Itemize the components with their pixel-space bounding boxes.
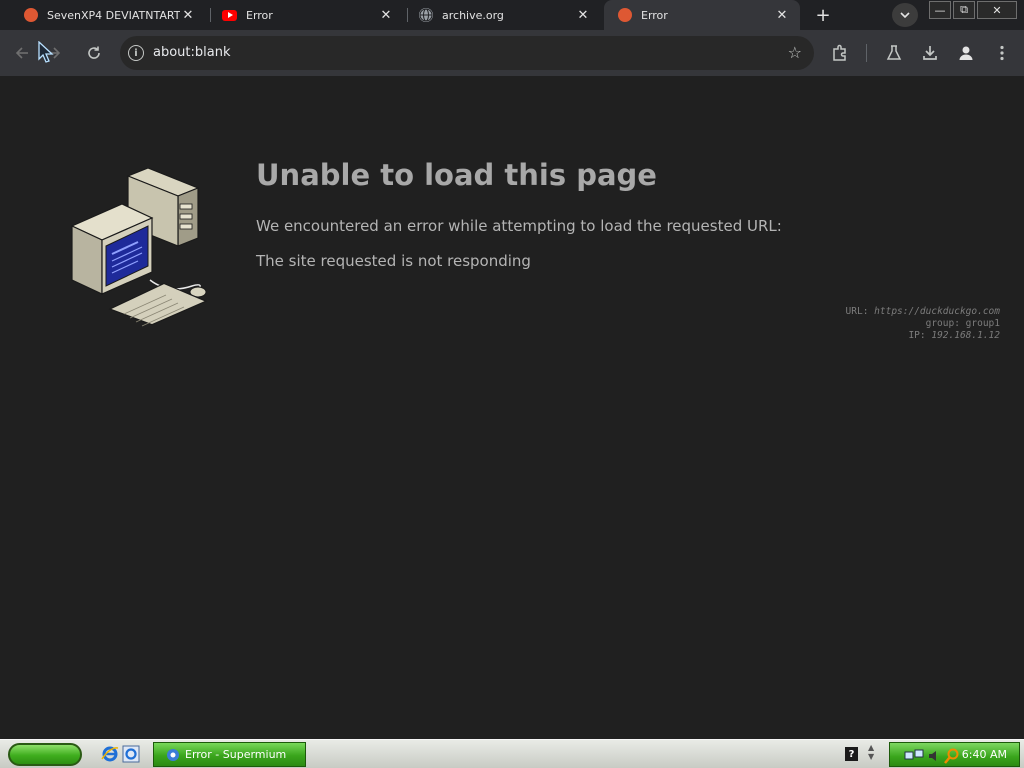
duckduckgo-icon (618, 8, 632, 22)
extensions-icon (833, 44, 846, 61)
detail-group-label: group: (925, 318, 960, 329)
internet-explorer-icon[interactable] (101, 745, 119, 763)
supermium-icon (167, 748, 179, 761)
network-icon[interactable] (904, 749, 924, 763)
tab-sevenxp4[interactable]: SevenXP4 DEVIATNTART - ✕ (0, 0, 206, 30)
search-icon[interactable] (944, 748, 960, 764)
error-message: We encountered an error while attempting… (256, 217, 782, 235)
reload-button[interactable] (82, 41, 106, 65)
menu-icon (1000, 45, 1004, 61)
labs-icon (886, 45, 902, 60)
new-tab-button[interactable]: + (812, 4, 834, 26)
error-reason: The site requested is not responding (256, 252, 531, 270)
close-icon[interactable]: ✕ (575, 7, 591, 23)
tab-title: SevenXP4 DEVIATNTART - (47, 8, 180, 22)
tab-title: archive.org (442, 8, 504, 22)
start-button[interactable] (8, 743, 82, 766)
labs-button[interactable] (882, 41, 906, 65)
detail-group: group: group1 (846, 318, 1000, 330)
youtube-icon (222, 9, 237, 21)
close-window-button[interactable]: ✕ (977, 1, 1017, 19)
minimize-button[interactable]: — (929, 1, 951, 19)
computer-illustration (70, 168, 208, 327)
close-icon[interactable]: ✕ (774, 7, 790, 23)
bookmark-star-icon[interactable]: ☆ (788, 43, 802, 62)
help-icon[interactable]: ? (845, 747, 858, 761)
taskbar-item-supermium[interactable]: Error - Supermium (153, 742, 306, 767)
back-button[interactable] (10, 41, 34, 65)
duckduckgo-icon (24, 8, 38, 22)
toolbar-divider (866, 44, 867, 62)
tab-strip: SevenXP4 DEVIATNTART - ✕ Error ✕ archive… (0, 0, 1024, 30)
error-details: URL: https://duckduckgo.com group: group… (846, 306, 1000, 342)
error-heading: Unable to load this page (256, 158, 657, 192)
toolbar: i about:blank ☆ (0, 30, 1024, 76)
profile-icon (959, 46, 973, 60)
detail-ip: IP: 192.168.1.12 (846, 330, 1000, 342)
site-info-icon[interactable]: i (128, 45, 144, 61)
taskbar-item-label: Error - Supermium (185, 748, 287, 761)
cursor-icon (38, 41, 54, 63)
tab-error-youtube[interactable]: Error ✕ (198, 0, 404, 30)
downloads-button[interactable] (918, 41, 942, 65)
tab-title: Error (246, 8, 273, 22)
chevron-down-icon (900, 12, 910, 18)
clock[interactable]: 6:40 AM (962, 748, 1007, 761)
menu-button[interactable] (990, 41, 1014, 65)
tray-scroll-icon[interactable]: ▲ ▼ (868, 743, 874, 761)
volume-icon[interactable] (928, 750, 940, 762)
taskbar: Error - Supermium ? ▲ ▼ 6:40 AM (0, 739, 1024, 768)
close-icon[interactable]: ✕ (378, 7, 394, 23)
globe-icon (419, 8, 433, 22)
tab-error-active[interactable]: Error ✕ (604, 0, 800, 30)
tab-archive-org[interactable]: archive.org ✕ (395, 0, 601, 30)
ie-document-icon[interactable] (122, 745, 140, 763)
detail-url-value: https://duckduckgo.com (874, 306, 1000, 317)
detail-ip-label: IP: (908, 330, 926, 341)
address-bar[interactable]: i about:blank ☆ (120, 36, 814, 70)
profile-button[interactable] (954, 41, 978, 65)
close-icon[interactable]: ✕ (180, 7, 196, 23)
detail-url-label: URL: (845, 306, 869, 317)
address-bar-url[interactable]: about:blank (153, 45, 231, 60)
tab-search-button[interactable] (892, 3, 918, 27)
restore-button[interactable]: ⧉ (953, 1, 975, 19)
tab-title: Error (641, 8, 668, 22)
reload-icon (88, 46, 100, 59)
download-icon (923, 46, 937, 60)
detail-url: URL: https://duckduckgo.com (846, 306, 1000, 318)
detail-ip-value: 192.168.1.12 (931, 330, 1000, 341)
page-content: Unable to load this page We encountered … (0, 76, 1024, 739)
system-tray: 6:40 AM (889, 742, 1020, 767)
mouse-cursor (34, 40, 58, 64)
extensions-button[interactable] (828, 41, 852, 65)
detail-group-value: group1 (965, 318, 1000, 329)
back-icon (15, 47, 28, 59)
